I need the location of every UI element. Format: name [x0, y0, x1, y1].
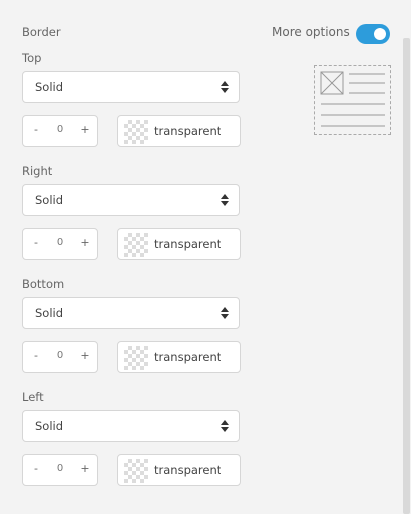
- up-down-caret-icon: [221, 420, 229, 432]
- increment-button[interactable]: +: [78, 349, 92, 362]
- increment-button[interactable]: +: [78, 123, 92, 136]
- border-side-bottom: Bottom Solid - 0 + transparent: [22, 276, 252, 373]
- width-value[interactable]: 0: [52, 237, 68, 248]
- width-value[interactable]: 0: [52, 463, 68, 474]
- style-select-value: Solid: [35, 80, 64, 94]
- scrollbar[interactable]: [403, 38, 410, 514]
- up-down-caret-icon: [221, 81, 229, 93]
- more-options-toggle[interactable]: [356, 24, 390, 44]
- style-select-left[interactable]: Solid: [22, 410, 240, 442]
- increment-button[interactable]: +: [78, 462, 92, 475]
- side-label-left: Left: [22, 390, 44, 404]
- color-value: transparent: [154, 124, 222, 138]
- width-stepper-left: - 0 +: [22, 454, 98, 486]
- color-value: transparent: [154, 463, 222, 477]
- up-down-caret-icon: [221, 307, 229, 319]
- transparent-swatch-icon: [124, 459, 148, 483]
- toggle-knob: [374, 28, 386, 40]
- border-side-left: Left Solid - 0 + transparent: [22, 389, 252, 486]
- style-select-top[interactable]: Solid: [22, 71, 240, 103]
- decrement-button[interactable]: -: [29, 236, 43, 249]
- style-select-value: Solid: [35, 193, 64, 207]
- color-picker-right[interactable]: transparent: [117, 228, 241, 260]
- side-label-right: Right: [22, 164, 53, 178]
- decrement-button[interactable]: -: [29, 123, 43, 136]
- style-select-right[interactable]: Solid: [22, 184, 240, 216]
- decrement-button[interactable]: -: [29, 349, 43, 362]
- style-select-value: Solid: [35, 419, 64, 433]
- border-side-right: Right Solid - 0 + transparent: [22, 163, 252, 260]
- border-side-top: Top Solid - 0 + transparent: [22, 50, 252, 147]
- layout-preview-icon: [320, 71, 385, 127]
- side-label-top: Top: [22, 51, 42, 65]
- more-options-label: More options: [272, 25, 350, 39]
- color-picker-bottom[interactable]: transparent: [117, 341, 241, 373]
- decrement-button[interactable]: -: [29, 462, 43, 475]
- color-value: transparent: [154, 350, 222, 364]
- style-select-value: Solid: [35, 306, 64, 320]
- color-value: transparent: [154, 237, 222, 251]
- transparent-swatch-icon: [124, 120, 148, 144]
- color-picker-left[interactable]: transparent: [117, 454, 241, 486]
- width-stepper-top: - 0 +: [22, 115, 98, 147]
- width-stepper-bottom: - 0 +: [22, 341, 98, 373]
- layout-preview: [314, 65, 391, 135]
- width-value[interactable]: 0: [52, 350, 68, 361]
- border-settings-panel: Border More options Top Solid - 0 + tran…: [0, 0, 411, 514]
- style-select-bottom[interactable]: Solid: [22, 297, 240, 329]
- up-down-caret-icon: [221, 194, 229, 206]
- transparent-swatch-icon: [124, 233, 148, 257]
- transparent-swatch-icon: [124, 346, 148, 370]
- width-value[interactable]: 0: [52, 124, 68, 135]
- increment-button[interactable]: +: [78, 236, 92, 249]
- color-picker-top[interactable]: transparent: [117, 115, 241, 147]
- width-stepper-right: - 0 +: [22, 228, 98, 260]
- section-title: Border: [22, 25, 61, 39]
- side-label-bottom: Bottom: [22, 277, 65, 291]
